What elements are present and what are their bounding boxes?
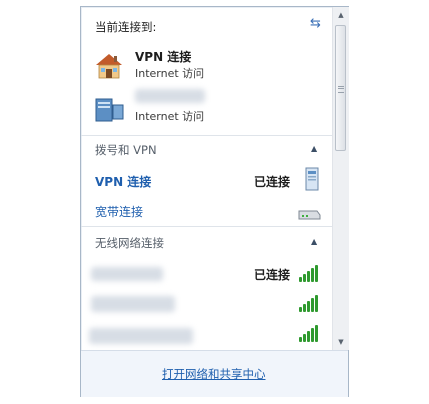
vpn-computer-icon: [305, 167, 319, 191]
connection-access: Internet 访问: [135, 110, 205, 123]
modem-icon: [298, 210, 321, 220]
vertical-scrollbar[interactable]: ▲ ▼: [332, 7, 349, 350]
dialup-item-label: 宽带连接: [95, 205, 144, 219]
wifi-signal-icon: [299, 324, 321, 342]
section-divider: [81, 135, 332, 136]
dialup-section-title: 拨号和 VPN: [95, 143, 157, 157]
collapse-chevron-icon[interactable]: ▲: [311, 144, 317, 153]
wifi-signal-icon: [299, 294, 321, 312]
scroll-up-arrow-icon[interactable]: ▲: [333, 7, 349, 23]
scrollbar-thumb[interactable]: [335, 25, 346, 151]
connection-name: VPN 连接: [135, 50, 192, 64]
scroll-down-arrow-icon[interactable]: ▼: [333, 334, 349, 350]
wireless-name-redacted: [89, 328, 193, 344]
collapse-chevron-icon[interactable]: ▲: [311, 237, 317, 246]
section-divider: [81, 226, 332, 227]
wireless-name-redacted: [91, 267, 163, 281]
scrollbar-grip-icon: [338, 86, 344, 93]
refresh-icon[interactable]: ⇆: [310, 16, 321, 31]
dialup-item-label: VPN 连接: [95, 175, 152, 189]
wireless-item-status: 已连接: [254, 268, 291, 282]
wifi-signal-icon: [299, 264, 321, 282]
home-network-icon: [96, 54, 122, 79]
current-connections-header: 当前连接到:: [95, 20, 157, 34]
network-computer-icon: [95, 98, 124, 122]
open-network-center-link[interactable]: 打开网络和共享中心: [162, 366, 266, 382]
network-flyout: 当前连接到: ⇆ VPN 连接 Internet 访问 Internet 访问 …: [80, 6, 349, 397]
connection-name-redacted: [135, 89, 205, 103]
network-list: 当前连接到: ⇆ VPN 连接 Internet 访问 Internet 访问 …: [81, 7, 332, 350]
connection-access: Internet 访问: [135, 67, 205, 80]
flyout-footer: 打开网络和共享中心: [81, 350, 348, 397]
dialup-item-status: 已连接: [254, 175, 291, 189]
wireless-name-redacted: [91, 296, 175, 312]
wireless-section-title: 无线网络连接: [95, 236, 164, 250]
